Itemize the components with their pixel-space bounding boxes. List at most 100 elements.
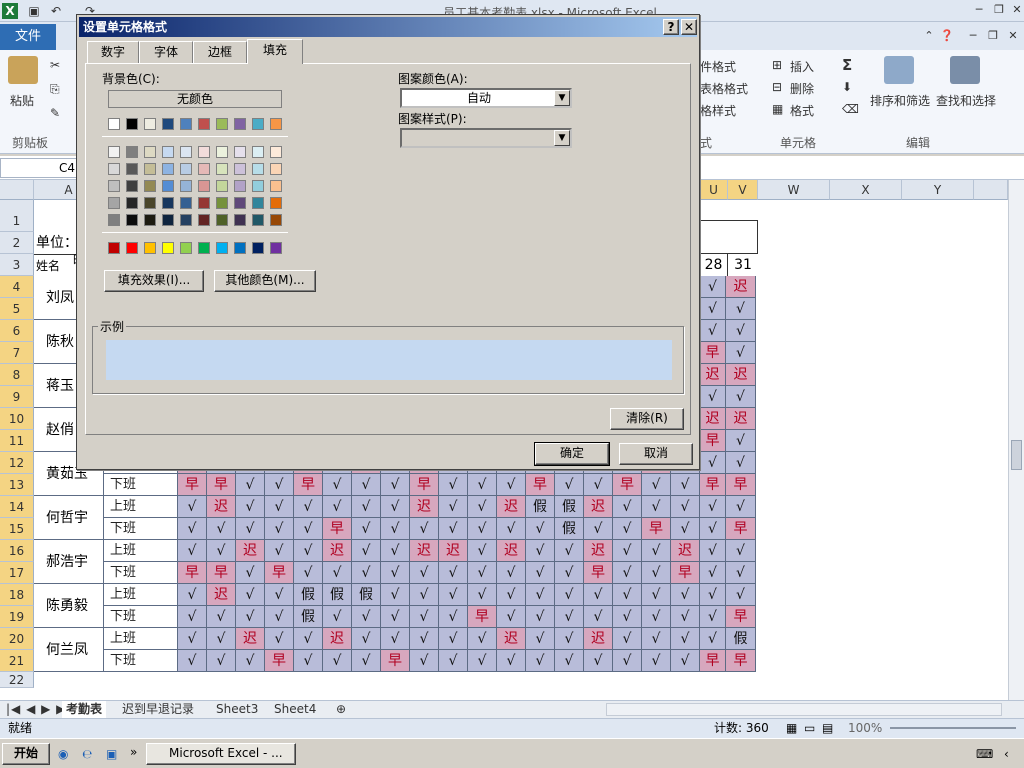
sort-filter-button[interactable]: 排序和筛选: [870, 92, 930, 109]
attendance-cell[interactable]: 早: [265, 650, 294, 672]
row-header[interactable]: 2: [0, 232, 34, 254]
color-swatch[interactable]: [270, 242, 282, 254]
attendance-cell[interactable]: √: [410, 584, 439, 606]
shift-label[interactable]: 上班: [104, 540, 178, 562]
color-swatch[interactable]: [126, 180, 138, 192]
attendance-cell[interactable]: √: [642, 474, 671, 496]
attendance-cell[interactable]: √: [555, 562, 584, 584]
tab-number[interactable]: 数字: [87, 41, 139, 63]
ribbon-collapse-icon[interactable]: ⌃: [920, 28, 938, 44]
row-header[interactable]: 11: [0, 430, 34, 452]
attendance-cell[interactable]: √: [439, 584, 468, 606]
attendance-cell[interactable]: √: [726, 386, 756, 408]
color-swatch[interactable]: [234, 180, 246, 192]
horizontal-scrollbar[interactable]: [606, 703, 1002, 716]
attendance-cell[interactable]: √: [613, 606, 642, 628]
attendance-cell[interactable]: √: [468, 474, 497, 496]
attendance-cell[interactable]: √: [671, 496, 700, 518]
conditional-format-button[interactable]: 件格式: [700, 58, 736, 75]
attendance-cell[interactable]: √: [700, 518, 726, 540]
dialog-close-button[interactable]: ✕: [681, 19, 697, 35]
row-header[interactable]: 3: [0, 254, 34, 276]
attendance-cell[interactable]: √: [613, 628, 642, 650]
attendance-cell[interactable]: √: [726, 584, 756, 606]
attendance-cell[interactable]: √: [671, 628, 700, 650]
color-swatch[interactable]: [180, 118, 192, 130]
attendance-cell[interactable]: √: [497, 584, 526, 606]
attendance-cell[interactable]: 早: [726, 474, 756, 496]
color-swatch[interactable]: [144, 118, 156, 130]
shift-label[interactable]: 上班: [104, 496, 178, 518]
color-swatch[interactable]: [126, 118, 138, 130]
attendance-cell[interactable]: 假: [555, 518, 584, 540]
attendance-cell[interactable]: √: [555, 474, 584, 496]
attendance-cell[interactable]: √: [526, 540, 555, 562]
attendance-cell[interactable]: 假: [726, 628, 756, 650]
attendance-cell[interactable]: 早: [207, 474, 236, 496]
attendance-cell[interactable]: 迟: [497, 496, 526, 518]
attendance-cell[interactable]: 迟: [726, 276, 756, 298]
attendance-cell[interactable]: 迟: [584, 540, 613, 562]
attendance-cell[interactable]: √: [726, 430, 756, 452]
attendance-cell[interactable]: √: [726, 540, 756, 562]
attendance-cell[interactable]: 迟: [236, 540, 265, 562]
attendance-cell[interactable]: √: [178, 540, 207, 562]
copy-icon[interactable]: ⎘: [50, 82, 60, 97]
more-colors-button[interactable]: 其他颜色(M)...: [214, 270, 316, 292]
attendance-cell[interactable]: √: [352, 540, 381, 562]
attendance-cell[interactable]: √: [700, 320, 726, 342]
color-swatch[interactable]: [144, 197, 156, 209]
file-tab[interactable]: 文件: [0, 24, 56, 50]
attendance-cell[interactable]: √: [178, 518, 207, 540]
attendance-cell[interactable]: 假: [555, 496, 584, 518]
attendance-cell[interactable]: √: [236, 474, 265, 496]
doc-close-icon[interactable]: ✕: [1004, 28, 1022, 44]
attendance-cell[interactable]: √: [584, 606, 613, 628]
attendance-cell[interactable]: √: [265, 518, 294, 540]
attendance-cell[interactable]: √: [726, 452, 756, 474]
attendance-cell[interactable]: √: [178, 628, 207, 650]
row-header[interactable]: 10: [0, 408, 34, 430]
attendance-cell[interactable]: √: [381, 518, 410, 540]
ok-button[interactable]: 确定: [534, 442, 610, 466]
shift-label[interactable]: 上班: [104, 628, 178, 650]
taskbar-excel-button[interactable]: Microsoft Excel - ...: [146, 743, 296, 765]
attendance-cell[interactable]: 早: [410, 474, 439, 496]
attendance-cell[interactable]: √: [584, 650, 613, 672]
tab-border[interactable]: 边框: [193, 41, 247, 63]
col-header-w[interactable]: W: [758, 180, 830, 200]
attendance-cell[interactable]: 早: [726, 518, 756, 540]
color-swatch[interactable]: [198, 118, 210, 130]
attendance-cell[interactable]: √: [700, 584, 726, 606]
attendance-cell[interactable]: 迟: [584, 496, 613, 518]
attendance-cell[interactable]: √: [671, 650, 700, 672]
attendance-cell[interactable]: 早: [323, 518, 352, 540]
row-header[interactable]: 12: [0, 452, 34, 474]
attendance-cell[interactable]: √: [526, 628, 555, 650]
row-header[interactable]: 15: [0, 518, 34, 540]
employee-name[interactable]: 何兰凤: [34, 628, 104, 672]
quicklaunch-icon-1[interactable]: ◉: [58, 747, 68, 761]
color-swatch[interactable]: [270, 146, 282, 158]
attendance-cell[interactable]: √: [381, 606, 410, 628]
color-swatch[interactable]: [108, 197, 120, 209]
attendance-cell[interactable]: 早: [178, 474, 207, 496]
row-header[interactable]: 6: [0, 320, 34, 342]
attendance-cell[interactable]: √: [584, 518, 613, 540]
color-swatch[interactable]: [144, 163, 156, 175]
fill-icon[interactable]: ⬇: [842, 80, 852, 94]
attendance-cell[interactable]: √: [410, 650, 439, 672]
color-swatch[interactable]: [252, 197, 264, 209]
attendance-cell[interactable]: √: [294, 562, 323, 584]
attendance-cell[interactable]: √: [294, 518, 323, 540]
attendance-cell[interactable]: √: [323, 562, 352, 584]
attendance-cell[interactable]: √: [555, 584, 584, 606]
scroll-thumb[interactable]: [1011, 440, 1022, 470]
attendance-cell[interactable]: 早: [265, 562, 294, 584]
color-swatch[interactable]: [234, 242, 246, 254]
cancel-button[interactable]: 取消: [619, 443, 693, 465]
attendance-cell[interactable]: 迟: [323, 628, 352, 650]
attendance-cell[interactable]: √: [468, 584, 497, 606]
attendance-cell[interactable]: 迟: [726, 408, 756, 430]
row-header[interactable]: 20: [0, 628, 34, 650]
